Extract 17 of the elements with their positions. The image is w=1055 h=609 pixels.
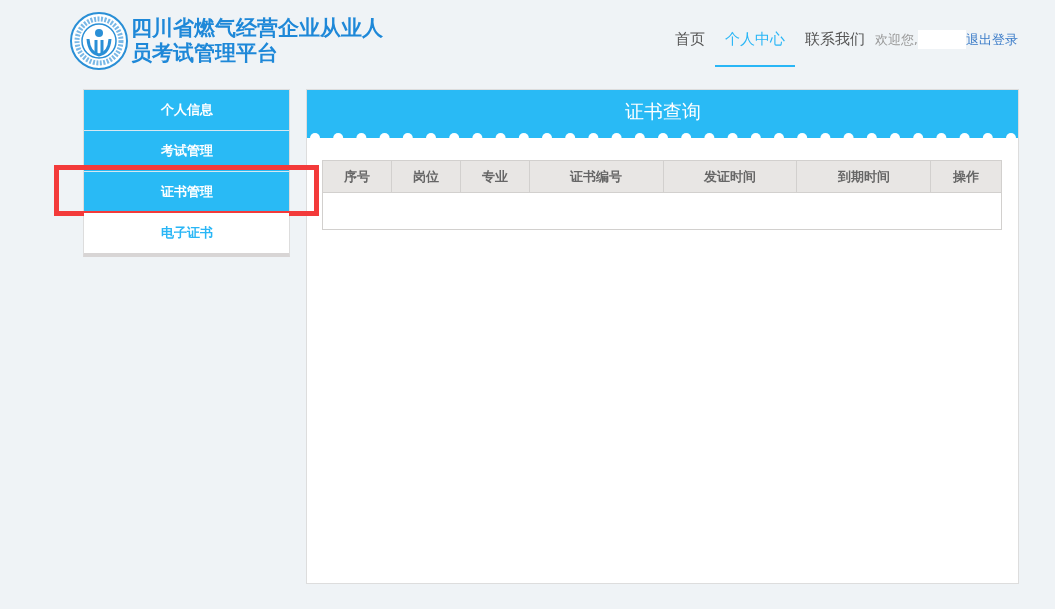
nav-link[interactable]: 首页 bbox=[664, 22, 715, 67]
column-header: 序号 bbox=[322, 160, 392, 193]
column-header: 到期时间 bbox=[796, 160, 931, 193]
logout-link[interactable]: 退出登录 bbox=[966, 30, 1018, 49]
nav-link[interactable]: 个人中心 bbox=[714, 22, 795, 67]
logo-icon bbox=[69, 11, 129, 71]
sidebar-item[interactable]: 证书管理 bbox=[84, 172, 289, 213]
column-header: 操作 bbox=[930, 160, 1002, 193]
welcome-text: 欢迎您, bbox=[874, 30, 918, 49]
column-header: 岗位 bbox=[391, 160, 461, 193]
nav-link[interactable]: 联系我们 bbox=[794, 22, 875, 67]
sidebar-item[interactable]: 个人信息 bbox=[84, 90, 289, 131]
column-header: 专业 bbox=[460, 160, 530, 193]
panel-title: 证书查询 bbox=[624, 99, 701, 124]
column-header: 发证时间 bbox=[663, 160, 797, 193]
column-header: 证书编号 bbox=[529, 160, 664, 193]
site-title: 四川省燃气经营企业从业人 员考试管理平台 bbox=[131, 16, 383, 66]
